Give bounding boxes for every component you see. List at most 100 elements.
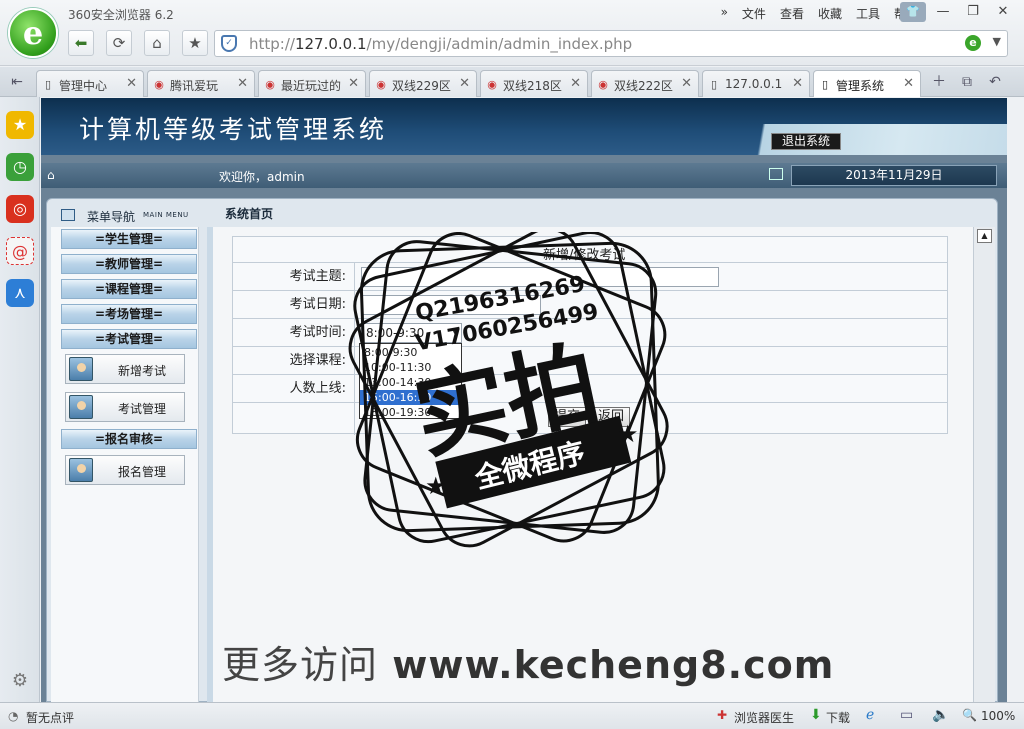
menu-item-manage-registration[interactable]: 报名管理: [65, 455, 185, 485]
tab-close-icon[interactable]: ✕: [681, 76, 692, 91]
volume-icon[interactable]: 🔈: [932, 707, 949, 723]
menu-group-exams[interactable]: =考试管理=: [61, 329, 197, 349]
refresh-icon[interactable]: ⟳: [106, 30, 132, 56]
menu-view[interactable]: 查看: [780, 5, 804, 22]
menu-header: 菜单导航 MAIN MENU: [51, 203, 199, 227]
window-icon[interactable]: ▭: [900, 707, 913, 723]
menu-item-add-exam[interactable]: 新增考试: [65, 354, 185, 384]
system-header: 计算机等级考试管理系统: [41, 98, 1007, 155]
ie-icon[interactable]: ℯ: [866, 707, 874, 723]
browser-menubar: » 文件 查看 收藏 工具 帮助: [721, 5, 918, 22]
star-icon: ★: [425, 472, 447, 500]
menu-group-teachers[interactable]: =教师管理=: [61, 254, 197, 274]
chevron-down-icon[interactable]: ▼: [993, 35, 1001, 48]
menu-expand-icon[interactable]: »: [721, 5, 728, 22]
browser-name: 360安全浏览器 6.2: [68, 8, 174, 22]
current-date: 2013年11月29日: [791, 165, 997, 186]
tab-close-icon[interactable]: ✕: [348, 76, 359, 91]
menu-file[interactable]: 文件: [742, 5, 766, 22]
menu-title-en: MAIN MENU: [143, 211, 189, 219]
tab-close-icon[interactable]: ✕: [459, 76, 470, 91]
logout-button[interactable]: 退出系统: [771, 133, 841, 150]
watermark-site-cn: 更多访问: [222, 643, 379, 687]
welcome-text: 欢迎你，admin: [219, 170, 305, 184]
ie-mode-icon[interactable]: e: [965, 35, 981, 51]
restore-tabs-icon[interactable]: ⧉: [956, 72, 978, 92]
menu-item-manage-exams[interactable]: 考试管理: [65, 392, 185, 422]
tab-server-222[interactable]: ◉ 双线222区 ✕: [591, 70, 699, 97]
close-icon[interactable]: ✕: [990, 2, 1016, 22]
system-title: 计算机等级考试管理系统: [79, 115, 388, 144]
watermark-stamp: Q2196316269 V17060256499 实拍 全微程序 ★ ★: [348, 232, 669, 548]
download-icon: ⬇: [810, 707, 822, 723]
menu-favorites[interactable]: 收藏: [818, 5, 842, 22]
star-icon: ★: [617, 420, 639, 448]
user-card-icon: [69, 458, 93, 482]
tab-management-system[interactable]: ▯ 管理系统 ✕: [813, 70, 921, 97]
history-clock-icon[interactable]: ◷: [6, 153, 34, 181]
app-icon[interactable]: ⋏: [6, 279, 34, 307]
tab-close-icon[interactable]: ✕: [570, 76, 581, 91]
tab-close-icon[interactable]: ✕: [126, 76, 137, 91]
menu-group-courses[interactable]: =课程管理=: [61, 279, 197, 299]
minimize-icon[interactable]: —: [930, 2, 956, 22]
site-icon: ◉: [376, 78, 386, 91]
breadcrumb: 系统首页: [225, 207, 274, 221]
menu-title: 菜单导航: [87, 210, 136, 224]
zoom-icon[interactable]: 🔍: [962, 708, 977, 722]
site-icon: ◉: [598, 78, 608, 91]
page-icon: ▯: [710, 78, 718, 91]
window-controls: 👕 — ❐ ✕: [900, 2, 1016, 22]
site-icon: ◉: [154, 78, 164, 91]
settings-gear-icon[interactable]: ⚙: [6, 667, 34, 695]
browser-logo: e: [8, 8, 58, 58]
undo-close-icon[interactable]: ↶: [984, 72, 1006, 92]
menu-tools[interactable]: 工具: [856, 5, 880, 22]
page-icon: ▯: [821, 78, 829, 91]
address-url[interactable]: http://127.0.0.1/my/dengji/admin/admin_i…: [249, 35, 632, 53]
menu-group-students[interactable]: =学生管理=: [61, 229, 197, 249]
back-icon[interactable]: ⬅: [68, 30, 94, 56]
security-shield-icon[interactable]: ✓: [221, 35, 237, 52]
status-rating[interactable]: 暂无点评: [26, 709, 74, 726]
menu-nav-icon: [61, 209, 75, 221]
tab-server-218[interactable]: ◉ 双线218区 ✕: [480, 70, 588, 97]
status-zoom[interactable]: 100%: [981, 709, 1015, 723]
left-menu: =学生管理= =教师管理= =课程管理= =考场管理= =考试管理= 新增考试 …: [51, 227, 199, 703]
weibo-icon[interactable]: ◎: [6, 195, 34, 223]
content-scrollbar[interactable]: ▲: [973, 227, 995, 703]
browser-window: e 360安全浏览器 6.2 » 文件 查看 收藏 工具 帮助 👕 — ❐ ✕ …: [0, 0, 1024, 729]
favorites-icon[interactable]: ★: [6, 111, 34, 139]
user-card-icon: [69, 395, 93, 419]
status-doctor[interactable]: 浏览器医生: [734, 709, 794, 726]
tab-tencent[interactable]: ◉ 腾讯爱玩 ✕: [147, 70, 255, 97]
tab-server-229[interactable]: ◉ 双线229区 ✕: [369, 70, 477, 97]
skin-icon[interactable]: 👕: [900, 2, 926, 22]
doctor-icon: ✚: [717, 708, 728, 722]
tab-close-icon[interactable]: ✕: [792, 76, 803, 91]
tab-close-icon[interactable]: ✕: [237, 76, 248, 91]
restore-icon[interactable]: ❐: [960, 2, 986, 22]
browser-toolbar: e 360安全浏览器 6.2 » 文件 查看 收藏 工具 帮助 👕 — ❐ ✕ …: [0, 0, 1024, 66]
tab-close-icon[interactable]: ✕: [903, 76, 914, 91]
favorite-star-icon[interactable]: ★: [182, 30, 208, 56]
site-icon: ◉: [265, 78, 275, 91]
scroll-up-icon[interactable]: ▲: [977, 229, 992, 243]
menu-group-registration-review[interactable]: =报名审核=: [61, 429, 197, 449]
rating-icon: ◔: [8, 709, 19, 723]
watermark-site-url: www.kecheng8.com: [392, 643, 835, 687]
sidebar-toggle-icon[interactable]: ⇤: [6, 72, 28, 92]
address-bar[interactable]: ✓ http://127.0.0.1/my/dengji/admin/admin…: [214, 30, 1008, 57]
menu-group-exam-rooms[interactable]: =考场管理=: [61, 304, 197, 324]
tab-recent-games[interactable]: ◉ 最近玩过的 ✕: [258, 70, 366, 97]
new-tab-icon[interactable]: ＋: [928, 72, 950, 92]
tab-localhost[interactable]: ▯ 127.0.0.1 ✕: [702, 70, 810, 97]
user-card-icon: [69, 357, 93, 381]
status-download[interactable]: 下载: [826, 709, 850, 726]
home-icon[interactable]: ⌂: [144, 30, 170, 56]
mail-icon[interactable]: @: [6, 237, 34, 265]
home-icon[interactable]: ⌂: [47, 168, 55, 182]
tab-admin-center[interactable]: ▯ 管理中心 ✕: [36, 70, 144, 97]
browser-status-bar: ◔ 暂无点评 ✚ 浏览器医生 ⬇ 下载 ℯ ▭ 🔈 🔍 100%: [0, 702, 1024, 729]
page-icon: ▯: [44, 78, 52, 91]
